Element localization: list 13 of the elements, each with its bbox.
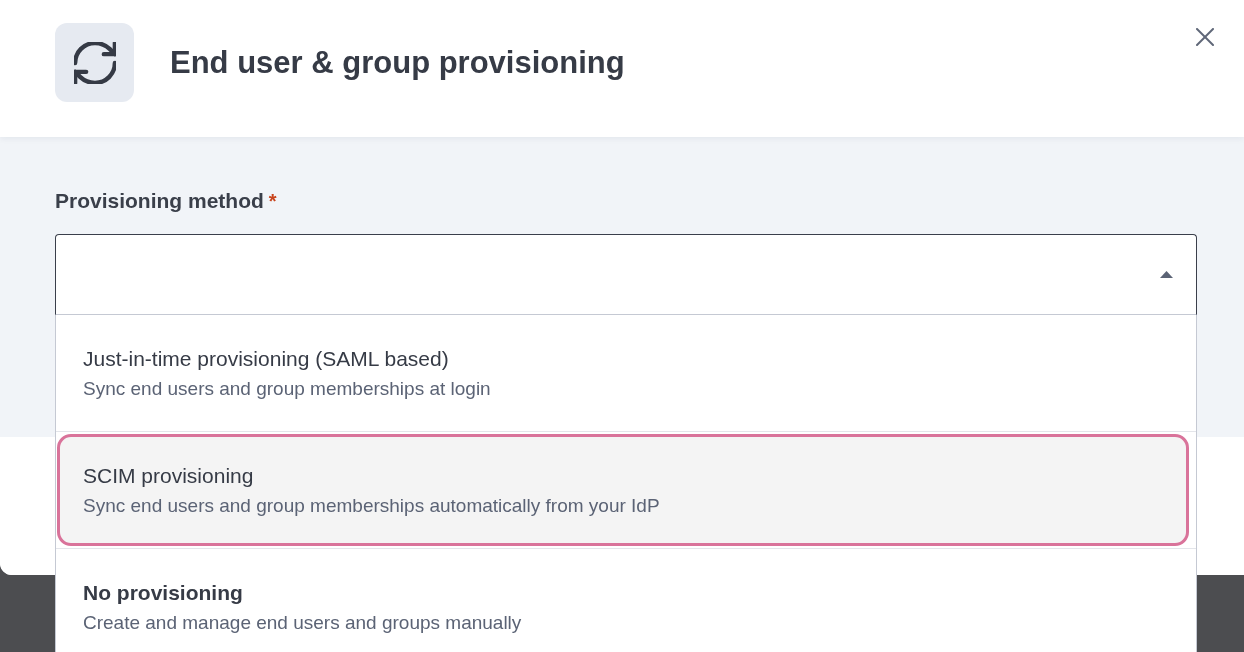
select-field[interactable]: [55, 234, 1197, 315]
dropdown-option[interactable]: SCIM provisioning Sync end users and group memberships automatically from your IdP: [57, 434, 1189, 546]
field-label: Provisioning method: [55, 188, 264, 214]
option-description: Create and manage end users and groups manually: [83, 610, 522, 635]
option-description: Sync end users and group memberships automatically from your IdP: [83, 493, 660, 518]
sync-icon: [55, 23, 134, 102]
dialog-title: End user & group provisioning: [170, 44, 626, 82]
option-title: Just-in-time provisioning (SAML based): [83, 345, 449, 372]
required-mark: *: [268, 189, 277, 214]
option-title: No provisioning: [83, 579, 243, 606]
close-icon: [1196, 28, 1214, 46]
option-description: Sync end users and group memberships at login: [83, 376, 491, 401]
option-title: SCIM provisioning: [83, 462, 254, 489]
